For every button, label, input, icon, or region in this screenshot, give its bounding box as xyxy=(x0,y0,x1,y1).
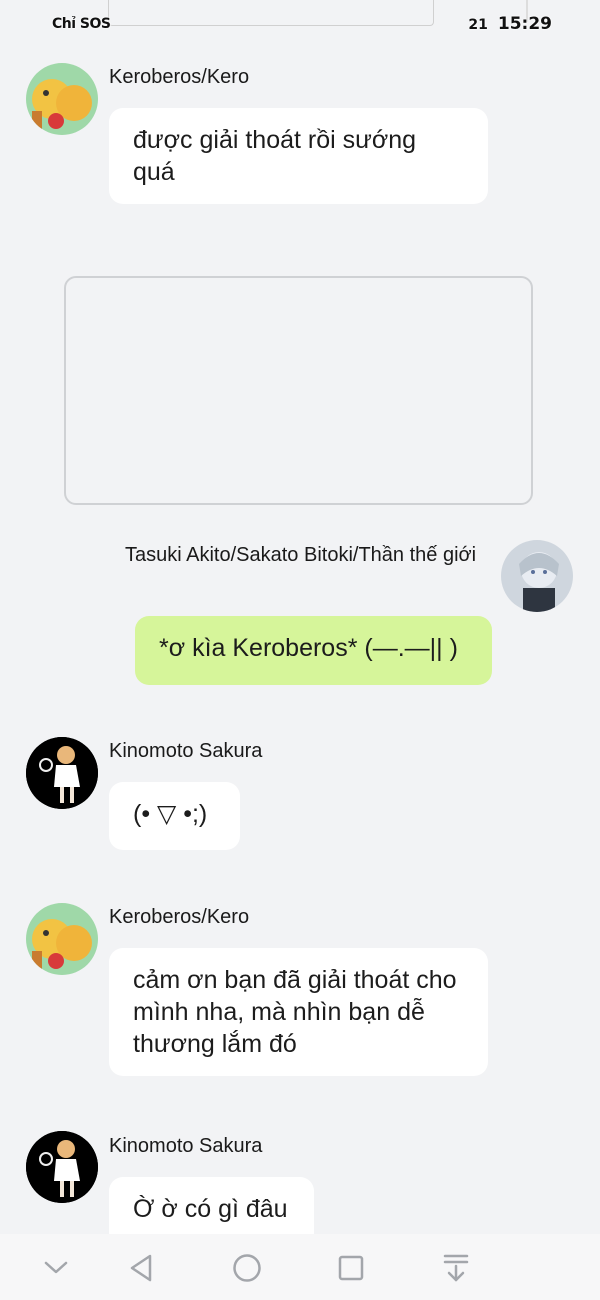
sender-name: Keroberos/Kero xyxy=(109,66,250,88)
message-bubble[interactable]: cảm ơn bạn đã giải thoát cho mình nha, m… xyxy=(109,948,488,1076)
sakura-avatar[interactable] xyxy=(26,1131,98,1203)
home-icon[interactable] xyxy=(229,1250,265,1286)
sakura-avatar[interactable] xyxy=(26,737,98,809)
sender-name: Keroberos/Kero xyxy=(109,906,250,928)
kero-avatar-icon xyxy=(26,903,98,975)
download-icon[interactable] xyxy=(438,1250,474,1286)
sakura-avatar-icon xyxy=(26,737,98,809)
clock: 15:29 xyxy=(497,14,552,34)
sender-name: Tasuki Akito/Sakato Bitoki/Thần thế giới xyxy=(125,544,477,566)
carrier-label: Chỉ SOS xyxy=(52,16,111,32)
chevron-down-icon[interactable] xyxy=(38,1250,74,1286)
akito-avatar[interactable] xyxy=(501,540,573,612)
sender-name: Kinomoto Sakura xyxy=(109,740,263,762)
back-icon[interactable] xyxy=(124,1250,160,1286)
kero-avatar[interactable] xyxy=(26,63,98,135)
message-bubble[interactable]: được giải thoát rồi sướng quá xyxy=(109,108,488,204)
status-bar: Chỉ SOS 21 15:29 xyxy=(0,0,600,46)
sender-name: Kinomoto Sakura xyxy=(109,1135,263,1157)
navigation-bar xyxy=(0,1234,600,1300)
sakura-avatar-icon xyxy=(26,1131,98,1203)
kero-avatar[interactable] xyxy=(26,903,98,975)
kero-avatar-icon xyxy=(26,63,98,135)
message-bubble[interactable]: (• ▽ •;) xyxy=(109,782,240,850)
akito-avatar-icon xyxy=(501,540,573,612)
battery-level: 21 xyxy=(468,17,488,33)
status-right: 21 15:29 xyxy=(468,14,552,34)
message-bubble[interactable]: *ơ kìa Keroberos* (—.—|| ) xyxy=(135,616,492,685)
notification-shade-edge xyxy=(108,0,434,26)
media-attachment[interactable] xyxy=(64,276,533,505)
recents-icon[interactable] xyxy=(333,1250,369,1286)
